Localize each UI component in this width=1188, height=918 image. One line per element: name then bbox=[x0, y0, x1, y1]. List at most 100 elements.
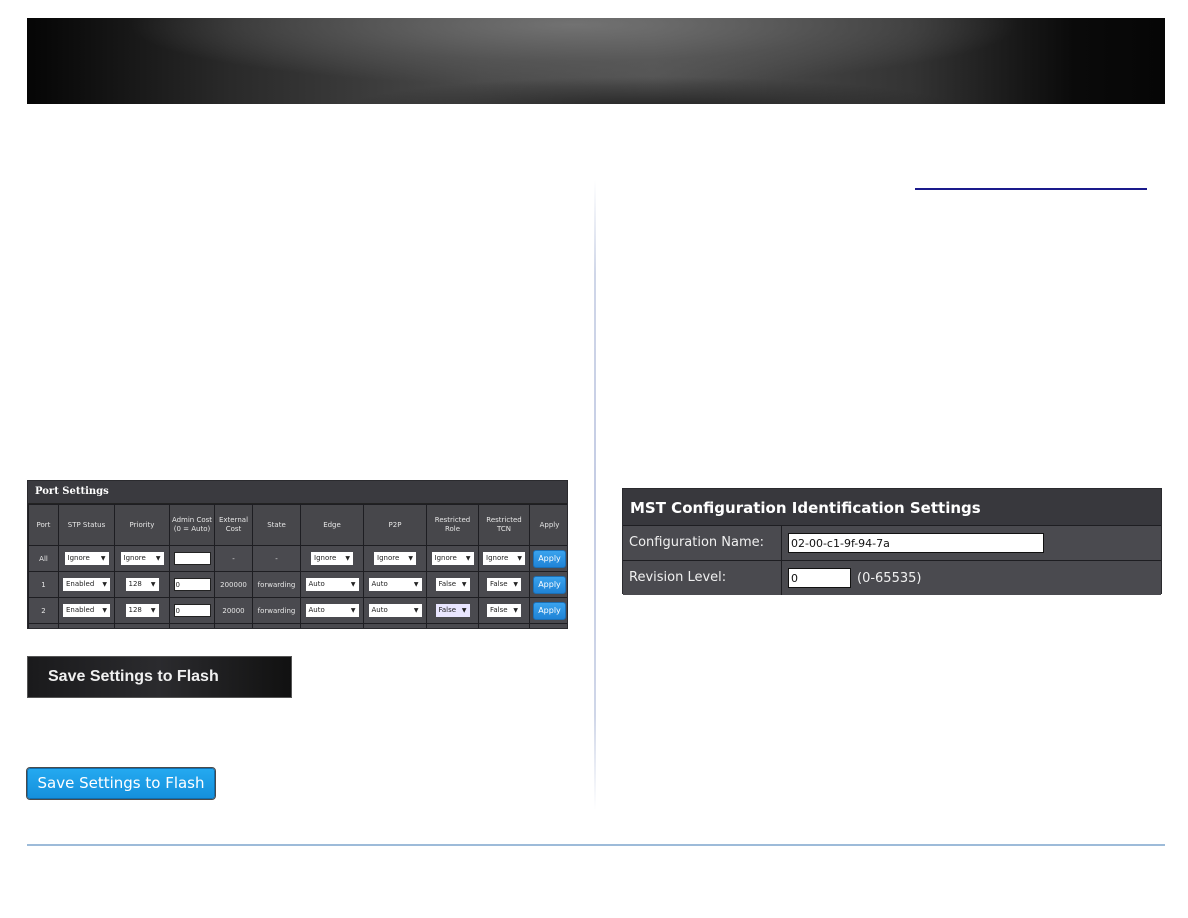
config-name-input[interactable]: 02-00-c1-9f-94-7a bbox=[788, 533, 1044, 553]
port-cell: All bbox=[28, 545, 59, 572]
dropdown-arrow-icon: ▼ bbox=[155, 555, 161, 562]
save-settings-to-flash-button-dark[interactable]: Save Settings to Flash bbox=[27, 656, 292, 698]
dropdown-arrow-icon: ▼ bbox=[102, 607, 107, 614]
select-value: False bbox=[490, 606, 508, 614]
dropdown-arrow-icon: ▼ bbox=[345, 555, 350, 562]
hyperlink[interactable] bbox=[915, 176, 1147, 190]
mst-configuration-title: MST Configuration Identification Setting… bbox=[623, 489, 1161, 526]
restricted-tcn-select[interactable]: False ▼ bbox=[487, 604, 521, 617]
p2p-select[interactable]: Auto ▼ bbox=[368, 578, 422, 591]
stp-status-select[interactable]: Ignore ▼ bbox=[64, 552, 109, 565]
revision-level-label: Revision Level: bbox=[623, 561, 782, 595]
col-header: Restricted Role bbox=[426, 504, 479, 546]
admin-cost-input[interactable]: 0 bbox=[173, 578, 211, 591]
select-value: Auto bbox=[371, 606, 388, 614]
config-name-cell: 02-00-c1-9f-94-7a bbox=[782, 526, 1161, 560]
admin-cost-input[interactable]: 0 bbox=[173, 604, 211, 617]
revision-level-input[interactable]: 0 bbox=[788, 568, 851, 588]
col-header: Edge bbox=[300, 504, 364, 546]
col-header: Port bbox=[28, 504, 59, 546]
port-settings-title: Port Settings bbox=[28, 481, 567, 504]
col-header: P2P bbox=[363, 504, 427, 546]
priority-select[interactable]: 128 ▼ bbox=[125, 604, 159, 617]
dropdown-arrow-icon: ▼ bbox=[513, 607, 518, 614]
edge-select[interactable]: Auto ▼ bbox=[305, 604, 359, 617]
external-cost-cell: - bbox=[214, 545, 253, 572]
dropdown-arrow-icon: ▼ bbox=[513, 581, 518, 588]
state-cell: forwarding bbox=[252, 597, 301, 624]
col-header: External Cost bbox=[214, 504, 253, 546]
select-value: Ignore bbox=[486, 554, 509, 562]
dropdown-arrow-icon: ▼ bbox=[413, 581, 419, 588]
external-cost-cell: 200000 bbox=[214, 571, 253, 598]
edge-select[interactable]: Auto ▼ bbox=[305, 578, 359, 591]
table-row: 2 Enabled ▼ 128 ▼ 0 20000 forwarding Auto ▼… bbox=[28, 597, 567, 624]
p2p-select[interactable]: Ignore ▼ bbox=[374, 552, 416, 565]
port-cell: 2 bbox=[28, 597, 59, 624]
dropdown-arrow-icon: ▼ bbox=[408, 555, 413, 562]
priority-select[interactable]: Ignore ▼ bbox=[120, 552, 164, 565]
stp-status-select[interactable]: Enabled ▼ bbox=[63, 578, 110, 591]
restricted-role-select[interactable]: False ▼ bbox=[435, 604, 470, 617]
dropdown-arrow-icon: ▼ bbox=[150, 581, 156, 588]
select-value: Ignore bbox=[377, 554, 400, 562]
config-name-label: Configuration Name: bbox=[623, 526, 782, 560]
select-value: False bbox=[438, 580, 457, 588]
dropdown-arrow-icon: ▼ bbox=[465, 555, 471, 562]
select-value: Ignore bbox=[67, 554, 90, 562]
apply-button[interactable]: Apply bbox=[533, 575, 566, 594]
dropdown-arrow-icon: ▼ bbox=[350, 607, 356, 614]
restricted-tcn-select[interactable]: False ▼ bbox=[487, 578, 521, 591]
col-header: Apply bbox=[529, 504, 567, 546]
select-value: False bbox=[438, 606, 457, 614]
admin-cost-input[interactable] bbox=[173, 552, 211, 565]
select-value: Auto bbox=[308, 606, 325, 614]
select-value: Ignore bbox=[434, 554, 457, 562]
save-settings-to-flash-button[interactable]: Save Settings to Flash bbox=[26, 767, 216, 800]
dropdown-arrow-icon: ▼ bbox=[350, 581, 356, 588]
dropdown-arrow-icon: ▼ bbox=[413, 607, 419, 614]
revision-level-row: Revision Level: 0 (0-65535) bbox=[623, 561, 1161, 595]
priority-select[interactable]: 128 ▼ bbox=[125, 578, 159, 591]
p2p-select[interactable]: Auto ▼ bbox=[368, 604, 422, 617]
apply-button[interactable]: Apply bbox=[533, 601, 566, 620]
header-banner bbox=[27, 18, 1165, 104]
select-value: 128 bbox=[128, 580, 142, 588]
external-cost-cell: 20000 bbox=[214, 597, 253, 624]
table-header-row: Port STP Status Priority Admin Cost (0 =… bbox=[28, 504, 567, 546]
state-cell: forwarding bbox=[252, 571, 301, 598]
edge-select[interactable]: Ignore ▼ bbox=[311, 552, 353, 565]
restricted-role-select[interactable]: False ▼ bbox=[435, 578, 470, 591]
footer-rule bbox=[27, 844, 1165, 846]
dropdown-arrow-icon: ▼ bbox=[461, 607, 467, 614]
table-row: 1 Enabled ▼ 128 ▼ 0 200000 forwarding Auto… bbox=[28, 571, 567, 598]
port-settings-table: Port STP Status Priority Admin Cost (0 =… bbox=[28, 504, 567, 628]
select-value: Ignore bbox=[123, 554, 146, 562]
select-value: Enabled bbox=[66, 580, 95, 588]
col-header: Priority bbox=[114, 504, 170, 546]
restricted-tcn-select[interactable]: Ignore ▼ bbox=[483, 552, 525, 565]
column-divider bbox=[594, 180, 596, 810]
select-value: False bbox=[490, 580, 508, 588]
config-name-row: Configuration Name: 02-00-c1-9f-94-7a bbox=[623, 526, 1161, 561]
dropdown-arrow-icon: ▼ bbox=[150, 607, 156, 614]
col-header: STP Status bbox=[58, 504, 115, 546]
revision-range-hint: (0-65535) bbox=[857, 570, 922, 586]
table-row: All Ignore ▼ Ignore ▼ - - Ignore ▼ Ignore ▼ … bbox=[28, 545, 567, 572]
stp-status-select[interactable]: Enabled ▼ bbox=[63, 604, 110, 617]
select-value: 128 bbox=[128, 606, 142, 614]
col-header: Admin Cost (0 = Auto) bbox=[169, 504, 215, 546]
mst-configuration-panel: MST Configuration Identification Setting… bbox=[622, 488, 1162, 595]
dropdown-arrow-icon: ▼ bbox=[461, 581, 467, 588]
restricted-role-select[interactable]: Ignore ▼ bbox=[431, 552, 474, 565]
select-value: Ignore bbox=[314, 554, 337, 562]
table-row-partial bbox=[28, 623, 567, 628]
select-value: Enabled bbox=[66, 606, 95, 614]
dropdown-arrow-icon: ▼ bbox=[517, 555, 522, 562]
apply-button[interactable]: Apply bbox=[533, 549, 566, 568]
col-header: State bbox=[252, 504, 301, 546]
dropdown-arrow-icon: ▼ bbox=[100, 555, 106, 562]
select-value: Auto bbox=[371, 580, 388, 588]
dropdown-arrow-icon: ▼ bbox=[102, 581, 107, 588]
select-value: Auto bbox=[308, 580, 325, 588]
